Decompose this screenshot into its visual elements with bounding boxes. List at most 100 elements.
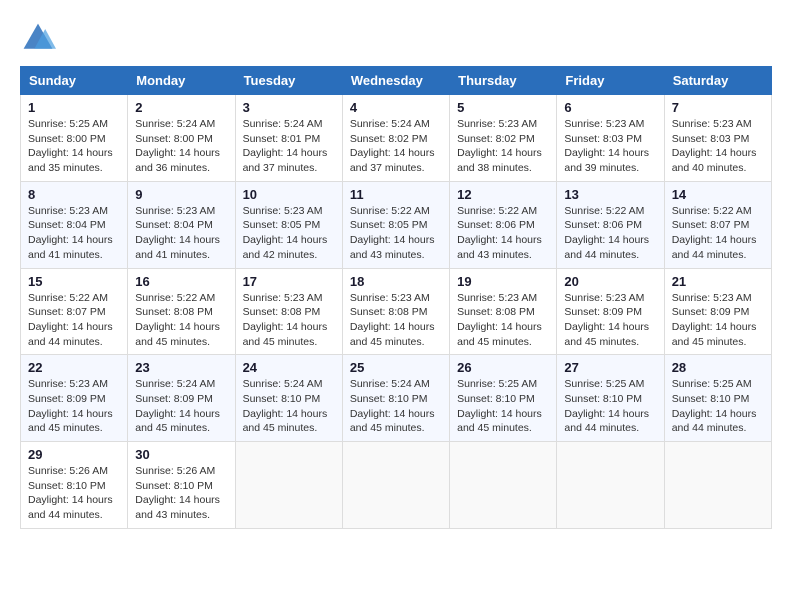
day-number: 27 — [564, 360, 656, 375]
calendar-week-row: 22 Sunrise: 5:23 AMSunset: 8:09 PMDaylig… — [21, 355, 772, 442]
day-info: Sunrise: 5:24 AMSunset: 8:00 PMDaylight:… — [135, 118, 220, 174]
day-info: Sunrise: 5:23 AMSunset: 8:08 PMDaylight:… — [457, 292, 542, 348]
day-number: 5 — [457, 100, 549, 115]
day-info: Sunrise: 5:24 AMSunset: 8:10 PMDaylight:… — [350, 378, 435, 434]
calendar-cell: 23 Sunrise: 5:24 AMSunset: 8:09 PMDaylig… — [128, 355, 235, 442]
day-info: Sunrise: 5:23 AMSunset: 8:05 PMDaylight:… — [243, 205, 328, 261]
day-info: Sunrise: 5:22 AMSunset: 8:05 PMDaylight:… — [350, 205, 435, 261]
calendar-cell: 9 Sunrise: 5:23 AMSunset: 8:04 PMDayligh… — [128, 181, 235, 268]
calendar-cell — [342, 442, 449, 529]
calendar-cell: 17 Sunrise: 5:23 AMSunset: 8:08 PMDaylig… — [235, 268, 342, 355]
calendar-cell: 22 Sunrise: 5:23 AMSunset: 8:09 PMDaylig… — [21, 355, 128, 442]
day-number: 15 — [28, 274, 120, 289]
day-info: Sunrise: 5:24 AMSunset: 8:09 PMDaylight:… — [135, 378, 220, 434]
day-number: 10 — [243, 187, 335, 202]
day-number: 28 — [672, 360, 764, 375]
day-info: Sunrise: 5:25 AMSunset: 8:00 PMDaylight:… — [28, 118, 113, 174]
calendar-cell: 2 Sunrise: 5:24 AMSunset: 8:00 PMDayligh… — [128, 95, 235, 182]
day-info: Sunrise: 5:22 AMSunset: 8:08 PMDaylight:… — [135, 292, 220, 348]
day-number: 12 — [457, 187, 549, 202]
day-number: 11 — [350, 187, 442, 202]
day-number: 6 — [564, 100, 656, 115]
calendar-cell: 18 Sunrise: 5:23 AMSunset: 8:08 PMDaylig… — [342, 268, 449, 355]
calendar-cell: 24 Sunrise: 5:24 AMSunset: 8:10 PMDaylig… — [235, 355, 342, 442]
day-info: Sunrise: 5:23 AMSunset: 8:09 PMDaylight:… — [28, 378, 113, 434]
day-number: 29 — [28, 447, 120, 462]
calendar-cell: 20 Sunrise: 5:23 AMSunset: 8:09 PMDaylig… — [557, 268, 664, 355]
calendar-cell: 16 Sunrise: 5:22 AMSunset: 8:08 PMDaylig… — [128, 268, 235, 355]
calendar-cell: 12 Sunrise: 5:22 AMSunset: 8:06 PMDaylig… — [450, 181, 557, 268]
day-info: Sunrise: 5:22 AMSunset: 8:07 PMDaylight:… — [672, 205, 757, 261]
calendar-cell: 7 Sunrise: 5:23 AMSunset: 8:03 PMDayligh… — [664, 95, 771, 182]
day-info: Sunrise: 5:26 AMSunset: 8:10 PMDaylight:… — [135, 465, 220, 521]
calendar-cell: 8 Sunrise: 5:23 AMSunset: 8:04 PMDayligh… — [21, 181, 128, 268]
day-number: 30 — [135, 447, 227, 462]
calendar-cell: 25 Sunrise: 5:24 AMSunset: 8:10 PMDaylig… — [342, 355, 449, 442]
day-number: 20 — [564, 274, 656, 289]
calendar-cell: 14 Sunrise: 5:22 AMSunset: 8:07 PMDaylig… — [664, 181, 771, 268]
calendar-week-row: 8 Sunrise: 5:23 AMSunset: 8:04 PMDayligh… — [21, 181, 772, 268]
calendar-cell: 29 Sunrise: 5:26 AMSunset: 8:10 PMDaylig… — [21, 442, 128, 529]
weekday-header: Friday — [557, 67, 664, 95]
day-number: 13 — [564, 187, 656, 202]
day-number: 21 — [672, 274, 764, 289]
calendar-cell — [664, 442, 771, 529]
day-info: Sunrise: 5:24 AMSunset: 8:02 PMDaylight:… — [350, 118, 435, 174]
day-info: Sunrise: 5:23 AMSunset: 8:08 PMDaylight:… — [243, 292, 328, 348]
day-info: Sunrise: 5:23 AMSunset: 8:09 PMDaylight:… — [564, 292, 649, 348]
page-header — [20, 20, 772, 56]
day-info: Sunrise: 5:25 AMSunset: 8:10 PMDaylight:… — [672, 378, 757, 434]
day-info: Sunrise: 5:22 AMSunset: 8:06 PMDaylight:… — [564, 205, 649, 261]
logo-icon — [20, 20, 56, 56]
logo — [20, 20, 62, 56]
day-info: Sunrise: 5:23 AMSunset: 8:08 PMDaylight:… — [350, 292, 435, 348]
day-number: 4 — [350, 100, 442, 115]
weekday-header: Wednesday — [342, 67, 449, 95]
day-info: Sunrise: 5:25 AMSunset: 8:10 PMDaylight:… — [564, 378, 649, 434]
calendar-cell: 30 Sunrise: 5:26 AMSunset: 8:10 PMDaylig… — [128, 442, 235, 529]
calendar-cell: 3 Sunrise: 5:24 AMSunset: 8:01 PMDayligh… — [235, 95, 342, 182]
day-info: Sunrise: 5:23 AMSunset: 8:03 PMDaylight:… — [672, 118, 757, 174]
weekday-header: Tuesday — [235, 67, 342, 95]
calendar-week-row: 15 Sunrise: 5:22 AMSunset: 8:07 PMDaylig… — [21, 268, 772, 355]
day-number: 18 — [350, 274, 442, 289]
calendar-cell: 10 Sunrise: 5:23 AMSunset: 8:05 PMDaylig… — [235, 181, 342, 268]
calendar-cell: 13 Sunrise: 5:22 AMSunset: 8:06 PMDaylig… — [557, 181, 664, 268]
calendar-cell: 15 Sunrise: 5:22 AMSunset: 8:07 PMDaylig… — [21, 268, 128, 355]
weekday-header: Saturday — [664, 67, 771, 95]
calendar-cell: 1 Sunrise: 5:25 AMSunset: 8:00 PMDayligh… — [21, 95, 128, 182]
calendar-cell: 21 Sunrise: 5:23 AMSunset: 8:09 PMDaylig… — [664, 268, 771, 355]
day-info: Sunrise: 5:23 AMSunset: 8:03 PMDaylight:… — [564, 118, 649, 174]
day-number: 23 — [135, 360, 227, 375]
calendar-cell: 6 Sunrise: 5:23 AMSunset: 8:03 PMDayligh… — [557, 95, 664, 182]
day-number: 9 — [135, 187, 227, 202]
day-number: 1 — [28, 100, 120, 115]
day-info: Sunrise: 5:24 AMSunset: 8:01 PMDaylight:… — [243, 118, 328, 174]
day-number: 26 — [457, 360, 549, 375]
day-info: Sunrise: 5:22 AMSunset: 8:07 PMDaylight:… — [28, 292, 113, 348]
day-number: 3 — [243, 100, 335, 115]
weekday-header: Monday — [128, 67, 235, 95]
day-info: Sunrise: 5:23 AMSunset: 8:04 PMDaylight:… — [28, 205, 113, 261]
calendar-cell — [235, 442, 342, 529]
day-info: Sunrise: 5:23 AMSunset: 8:02 PMDaylight:… — [457, 118, 542, 174]
weekday-header: Sunday — [21, 67, 128, 95]
calendar-week-row: 29 Sunrise: 5:26 AMSunset: 8:10 PMDaylig… — [21, 442, 772, 529]
day-number: 17 — [243, 274, 335, 289]
calendar-table: SundayMondayTuesdayWednesdayThursdayFrid… — [20, 66, 772, 529]
calendar-cell: 19 Sunrise: 5:23 AMSunset: 8:08 PMDaylig… — [450, 268, 557, 355]
calendar-cell — [450, 442, 557, 529]
day-number: 24 — [243, 360, 335, 375]
day-number: 2 — [135, 100, 227, 115]
calendar-cell: 26 Sunrise: 5:25 AMSunset: 8:10 PMDaylig… — [450, 355, 557, 442]
day-info: Sunrise: 5:24 AMSunset: 8:10 PMDaylight:… — [243, 378, 328, 434]
day-number: 8 — [28, 187, 120, 202]
calendar-cell: 28 Sunrise: 5:25 AMSunset: 8:10 PMDaylig… — [664, 355, 771, 442]
calendar-cell: 5 Sunrise: 5:23 AMSunset: 8:02 PMDayligh… — [450, 95, 557, 182]
day-number: 16 — [135, 274, 227, 289]
day-number: 25 — [350, 360, 442, 375]
day-info: Sunrise: 5:26 AMSunset: 8:10 PMDaylight:… — [28, 465, 113, 521]
day-info: Sunrise: 5:23 AMSunset: 8:04 PMDaylight:… — [135, 205, 220, 261]
calendar-cell: 11 Sunrise: 5:22 AMSunset: 8:05 PMDaylig… — [342, 181, 449, 268]
calendar-week-row: 1 Sunrise: 5:25 AMSunset: 8:00 PMDayligh… — [21, 95, 772, 182]
